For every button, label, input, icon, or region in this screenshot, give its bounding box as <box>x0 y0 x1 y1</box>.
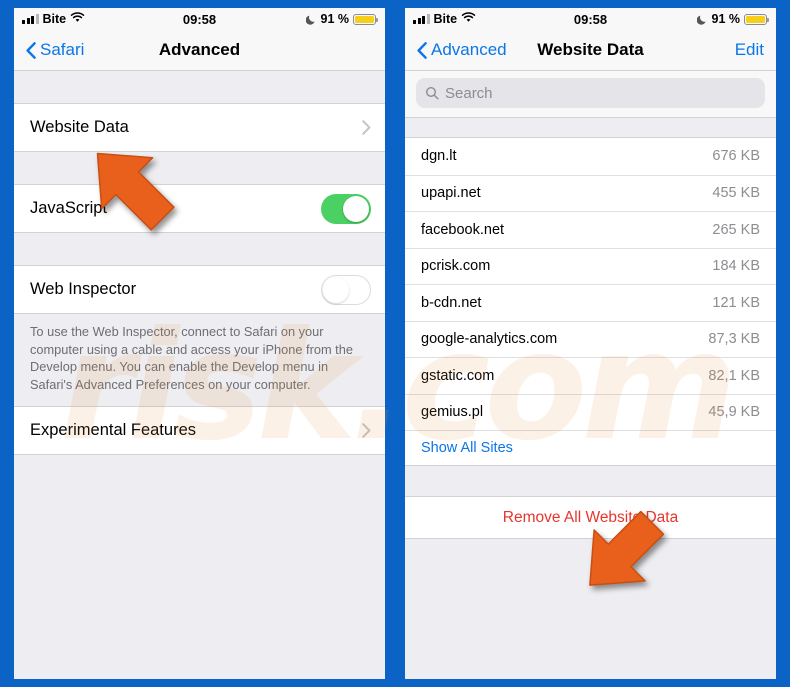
crescent-moon-icon <box>696 14 708 25</box>
status-bar-left: Bite 09:58 91 % <box>14 8 385 30</box>
nav-bar-left: Safari Advanced <box>14 30 385 71</box>
show-all-sites-label: Show All Sites <box>421 440 513 456</box>
chevron-left-icon <box>26 41 36 59</box>
search-icon <box>425 86 439 100</box>
search-placeholder: Search <box>445 84 493 102</box>
wifi-icon <box>70 12 85 26</box>
right-screen: Bite 09:58 91 % Advanced Website Data Ed… <box>405 8 776 679</box>
remove-all-website-data-button[interactable]: Remove All Website Data <box>405 496 776 539</box>
section-gap-1 <box>14 71 385 103</box>
table-row[interactable]: gemius.pl 45,9 KB <box>405 393 776 430</box>
toggle-knob <box>323 276 349 303</box>
wifi-icon <box>461 12 476 26</box>
section-gap-right <box>405 466 776 496</box>
table-row[interactable]: dgn.lt 676 KB <box>405 138 776 175</box>
screenshot-stage: Bite 09:58 91 % Safari Advanced Website … <box>0 0 790 687</box>
site-name: b-cdn.net <box>421 294 482 311</box>
site-name: pcrisk.com <box>421 258 491 275</box>
show-all-sites-button[interactable]: Show All Sites <box>405 430 776 465</box>
row-website-data-label: Website Data <box>30 118 129 136</box>
table-row[interactable]: pcrisk.com 184 KB <box>405 247 776 284</box>
status-bar-left-group: Bite <box>413 12 476 26</box>
table-row[interactable]: gstatic.com 82,1 KB <box>405 357 776 394</box>
list-top-gap <box>405 118 776 137</box>
table-row[interactable]: facebook.net 265 KB <box>405 211 776 248</box>
site-size: 45,9 KB <box>708 404 760 421</box>
row-web-inspector-label: Web Inspector <box>30 280 137 298</box>
crescent-moon-icon <box>305 14 317 25</box>
section-gap-3 <box>14 233 385 265</box>
battery-icon <box>353 13 378 25</box>
carrier-label: Bite <box>42 12 67 26</box>
carrier-label: Bite <box>433 12 458 26</box>
signal-bars-icon <box>22 14 39 24</box>
site-name: gstatic.com <box>421 367 495 384</box>
site-size: 184 KB <box>712 258 760 275</box>
website-data-list: dgn.lt 676 KB upapi.net 455 KB facebook.… <box>405 137 776 466</box>
row-javascript-label: JavaScript <box>30 199 108 217</box>
toggle-knob <box>343 195 369 222</box>
row-web-inspector[interactable]: Web Inspector <box>14 266 385 313</box>
chevron-right-icon <box>362 422 371 438</box>
back-button-safari[interactable]: Safari <box>26 40 84 60</box>
status-bar-left-group: Bite <box>22 12 85 26</box>
row-website-data[interactable]: Website Data <box>14 104 385 151</box>
search-bar-container: Search <box>405 71 776 118</box>
experimental-features-group: Experimental Features <box>14 405 385 455</box>
battery-percent-label: 91 % <box>320 12 350 26</box>
back-button-label: Advanced <box>431 40 507 59</box>
battery-icon <box>744 13 769 25</box>
chevron-right-icon <box>362 120 371 135</box>
site-size: 265 KB <box>712 221 760 238</box>
search-input[interactable]: Search <box>416 78 765 108</box>
site-size: 87,3 KB <box>708 331 760 348</box>
left-screen: Bite 09:58 91 % Safari Advanced Website … <box>14 8 385 679</box>
row-experimental-features[interactable]: Experimental Features <box>14 406 385 454</box>
site-size: 455 KB <box>712 185 760 202</box>
status-bar-right-group: 91 % <box>305 12 378 26</box>
site-size: 676 KB <box>712 148 760 165</box>
web-inspector-group: Web Inspector <box>14 265 385 314</box>
left-phone-panel: Bite 09:58 91 % Safari Advanced Website … <box>0 0 395 687</box>
back-button-label: Safari <box>40 40 85 59</box>
battery-percent-label: 91 % <box>711 12 741 26</box>
site-name: dgn.lt <box>421 148 457 165</box>
web-inspector-toggle[interactable] <box>321 274 371 305</box>
status-bar-right: Bite 09:58 91 % <box>405 8 776 30</box>
web-inspector-footnote: To use the Web Inspector, connect to Saf… <box>14 314 385 406</box>
row-javascript[interactable]: JavaScript <box>14 185 385 232</box>
javascript-toggle[interactable] <box>321 193 371 224</box>
row-experimental-features-label: Experimental Features <box>30 420 196 439</box>
status-bar-right-group: 91 % <box>696 12 769 26</box>
section-gap-2 <box>14 152 385 184</box>
table-row[interactable]: b-cdn.net 121 KB <box>405 284 776 321</box>
table-row[interactable]: google-analytics.com 87,3 KB <box>405 320 776 357</box>
site-name: gemius.pl <box>421 404 484 421</box>
site-size: 82,1 KB <box>708 367 760 384</box>
website-data-group: Website Data <box>14 103 385 152</box>
site-name: facebook.net <box>421 221 505 238</box>
nav-bar-right: Advanced Website Data Edit <box>405 30 776 71</box>
javascript-group: JavaScript <box>14 184 385 233</box>
signal-bars-icon <box>413 14 430 24</box>
right-phone-panel: Bite 09:58 91 % Advanced Website Data Ed… <box>395 0 790 687</box>
site-size: 121 KB <box>712 294 760 311</box>
back-button-advanced[interactable]: Advanced <box>417 40 507 60</box>
site-name: google-analytics.com <box>421 331 558 348</box>
edit-button[interactable]: Edit <box>735 40 764 60</box>
remove-all-website-data-label: Remove All Website Data <box>502 508 679 526</box>
site-name: upapi.net <box>421 185 481 202</box>
table-row[interactable]: upapi.net 455 KB <box>405 174 776 211</box>
chevron-left-icon <box>417 41 427 59</box>
